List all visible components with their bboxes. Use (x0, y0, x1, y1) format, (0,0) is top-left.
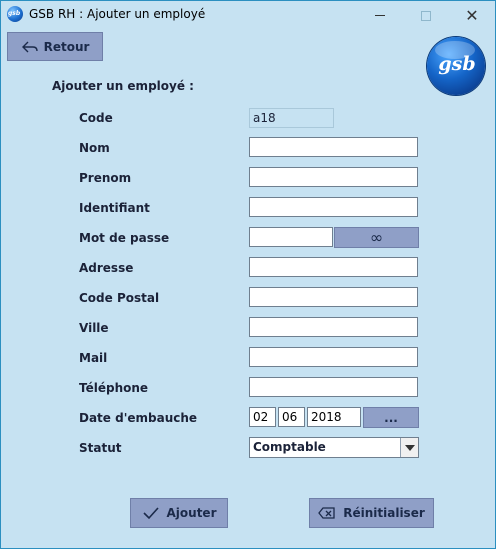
label-adresse: Adresse (79, 261, 134, 275)
label-telephone: Téléphone (79, 381, 149, 395)
dropdown-arrow-button[interactable] (400, 438, 418, 457)
password-field[interactable] (249, 227, 333, 247)
date-year-field[interactable]: 2018 (307, 407, 361, 427)
check-icon (142, 507, 159, 520)
app-icon: gsb (7, 6, 23, 22)
identifiant-field[interactable] (249, 197, 418, 217)
add-button-label: Ajouter (166, 506, 217, 520)
label-identifiant: Identifiant (79, 201, 150, 215)
add-button[interactable]: Ajouter (130, 498, 228, 528)
gsb-logo: gsb (427, 37, 485, 95)
label-statut: Statut (79, 441, 122, 455)
label-ville: Ville (79, 321, 109, 335)
nom-field[interactable] (249, 137, 418, 157)
statut-select[interactable]: Comptable (249, 437, 419, 458)
reset-button-label: Réinitialiser (343, 506, 425, 520)
prenom-field[interactable] (249, 167, 418, 187)
reset-button[interactable]: Réinitialiser (309, 498, 434, 528)
code-postal-field[interactable] (249, 287, 418, 307)
code-field: a18 (249, 108, 334, 128)
main-window: gsb GSB RH : Ajouter un employé ✕ Retour… (0, 0, 496, 549)
close-icon: ✕ (465, 5, 479, 25)
label-code: Code (79, 111, 113, 125)
back-button-label: Retour (43, 39, 90, 54)
title-bar[interactable]: gsb GSB RH : Ajouter un employé ✕ (1, 1, 495, 30)
telephone-field[interactable] (249, 377, 418, 397)
infinity-icon: ∞ (369, 227, 384, 247)
date-picker-button[interactable]: ... (363, 407, 419, 428)
date-day-field[interactable]: 02 (249, 407, 276, 427)
label-code-postal: Code Postal (79, 291, 160, 305)
minimize-button[interactable] (357, 1, 403, 30)
label-mail: Mail (79, 351, 108, 365)
gsb-logo-text: gsb (438, 53, 476, 75)
back-button[interactable]: Retour (7, 32, 103, 61)
maximize-icon (421, 10, 431, 21)
adresse-field[interactable] (249, 257, 418, 277)
date-month-field[interactable]: 06 (278, 407, 305, 427)
minimize-icon (375, 15, 385, 16)
maximize-button[interactable] (403, 1, 449, 30)
label-nom: Nom (79, 141, 110, 155)
window-title: GSB RH : Ajouter un employé (29, 7, 206, 21)
mail-field[interactable] (249, 347, 418, 367)
back-arrow-icon (21, 41, 38, 52)
chevron-down-icon (404, 444, 415, 451)
close-button[interactable]: ✕ (449, 1, 495, 30)
clear-icon (318, 507, 335, 519)
label-prenom: Prenom (79, 171, 132, 185)
show-password-button[interactable]: ∞ (334, 227, 419, 248)
form-title: Ajouter un employé : (52, 79, 194, 93)
statut-selected-value: Comptable (253, 440, 326, 454)
label-mot-de-passe: Mot de passe (79, 231, 170, 245)
ville-field[interactable] (249, 317, 418, 337)
label-date-embauche: Date d'embauche (79, 411, 198, 425)
